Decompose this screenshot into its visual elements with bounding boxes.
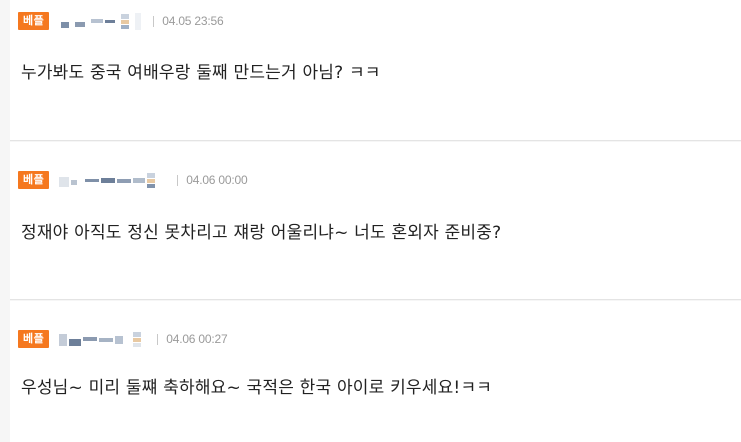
meta-divider (153, 15, 155, 27)
best-reply-badge: 베플 (18, 330, 50, 348)
meta-divider (177, 174, 179, 186)
comment-text: 누가봐도 중국 여배우랑 둘째 만드는거 아님? ㅋㅋ (21, 63, 381, 83)
comment-date: 04.06 00:27 (166, 332, 228, 346)
meta-divider (157, 333, 159, 345)
comment-meta: 베플 04.06 00:27 (18, 329, 228, 349)
comment-item: 베플 04.05 23:56 누가봐도 중국 여배우랑 둘째 만드는거 아님? … (10, 0, 741, 141)
comment-meta: 베플 04.05 23:56 (18, 11, 224, 31)
author-nickname-redacted[interactable] (57, 12, 145, 30)
comment-date: 04.05 23:56 (162, 14, 224, 28)
comment-text: 정재야 아직도 정신 못차리고 쟤랑 어울리냐~ 너도 혼외자 준비중? (21, 223, 502, 243)
author-nickname-redacted[interactable] (57, 330, 149, 348)
best-reply-badge: 베플 (18, 12, 50, 30)
comment-meta: 베플 04.06 00:00 (18, 170, 248, 190)
comment-item: 베플 04.06 00:00 정재야 아직도 정신 못차리고 쟤랑 어울리냐~ … (10, 142, 741, 300)
author-nickname-redacted[interactable] (57, 171, 169, 189)
comment-text: 우성님~ 미리 둘쨰 축하해요~ 국적은 한국 아이로 키우세요!ㅋㅋ (21, 378, 493, 398)
comment-date: 04.06 00:00 (186, 173, 248, 187)
comment-item: 베플 04.06 00:27 우성님~ 미리 둘쨰 축하해요~ 국적은 한국 아… (10, 301, 741, 442)
best-reply-badge: 베플 (18, 171, 50, 189)
